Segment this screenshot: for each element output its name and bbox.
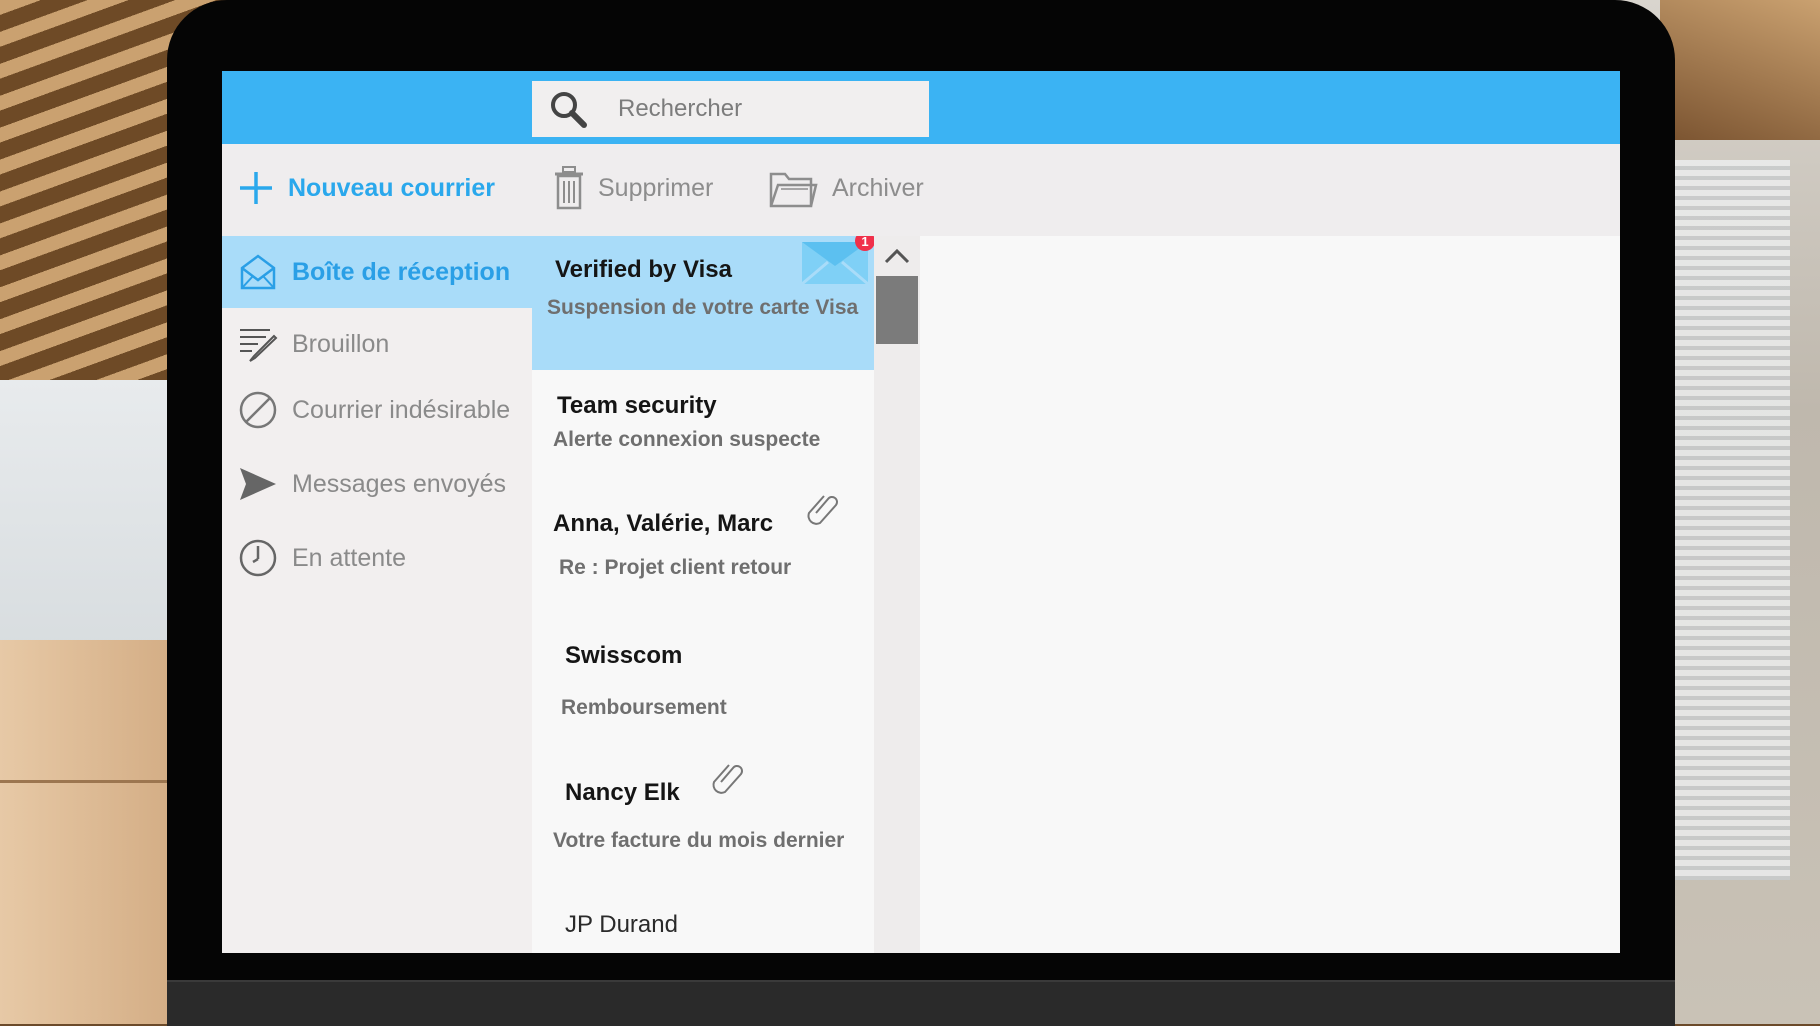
list-item[interactable]: Swisscom Remboursement — [532, 616, 874, 751]
sidebar-item-pending[interactable]: En attente — [222, 522, 532, 594]
folder-sidebar: Boîte de réception Brouillon Courrier in… — [222, 236, 532, 953]
list-item[interactable]: Nancy Elk Votre facture du mois dernier — [532, 751, 874, 891]
inbox-icon — [238, 252, 278, 292]
list-item[interactable]: Anna, Valérie, Marc Re : Projet client r… — [532, 486, 874, 616]
message-sender: Verified by Visa — [555, 256, 732, 283]
email-app: Rechercher Nouveau courrier Supprimer Ar… — [222, 71, 1620, 953]
message-subject: Remboursement — [561, 696, 727, 719]
sidebar-item-sent[interactable]: Messages envoyés — [222, 448, 532, 520]
sidebar-item-spam[interactable]: Courrier indésirable — [222, 374, 532, 446]
archive-label: Archiver — [832, 173, 924, 202]
sidebar-item-drafts[interactable]: Brouillon — [222, 308, 532, 380]
message-sender: Anna, Valérie, Marc — [553, 510, 774, 537]
trash-icon — [555, 166, 583, 210]
laptop-base — [167, 980, 1675, 1026]
message-sender: Nancy Elk — [565, 779, 680, 806]
top-bar: Rechercher — [222, 71, 1620, 144]
new-mail-button[interactable]: Nouveau courrier — [238, 162, 495, 214]
scroll-thumb[interactable] — [876, 276, 918, 344]
unread-badge: 1 — [855, 236, 874, 251]
message-list-scrollbar[interactable] — [874, 236, 920, 953]
sidebar-item-label: Boîte de réception — [292, 257, 511, 286]
attachment-icon — [712, 764, 743, 794]
message-subject: Alerte connexion suspecte — [553, 428, 821, 451]
scroll-up-button[interactable] — [874, 236, 920, 276]
list-item[interactable]: JP Durand — [532, 891, 874, 953]
right-wood-panel — [1660, 0, 1820, 140]
draft-icon — [238, 324, 278, 364]
list-item[interactable]: Verified by Visa Suspension de votre car… — [532, 236, 874, 370]
message-sender: JP Durand — [565, 911, 678, 938]
sidebar-item-label: Messages envoyés — [292, 469, 507, 498]
sidebar-item-label: Courrier indésirable — [292, 395, 511, 424]
message-sender: Team security — [557, 392, 717, 419]
message-subject: Votre facture du mois dernier — [553, 829, 845, 852]
message-list: Verified by Visa Suspension de votre car… — [532, 236, 874, 953]
attachment-icon — [807, 495, 838, 525]
clock-icon — [238, 538, 278, 578]
new-mail-label: Nouveau courrier — [288, 173, 496, 202]
spam-icon — [238, 390, 278, 430]
archive-button[interactable]: Archiver — [768, 162, 924, 214]
chevron-up-icon — [884, 248, 910, 264]
message-subject: Suspension de votre carte Visa — [547, 296, 859, 319]
list-item[interactable]: Team security Alerte connexion suspecte — [532, 370, 874, 486]
message-sender: Swisscom — [565, 642, 683, 669]
search-icon — [551, 92, 587, 128]
search-input[interactable]: Rechercher — [618, 95, 742, 123]
plus-icon — [240, 172, 272, 204]
sidebar-item-inbox[interactable]: Boîte de réception — [222, 236, 532, 308]
toolbar: Nouveau courrier Supprimer Archiver — [222, 144, 1620, 236]
send-icon — [238, 464, 278, 504]
search-box[interactable]: Rechercher — [532, 81, 929, 137]
delete-label: Supprimer — [598, 173, 714, 202]
message-subject: Re : Projet client retour — [559, 556, 792, 579]
sidebar-item-label: En attente — [292, 543, 406, 572]
reading-pane — [920, 236, 1620, 953]
sidebar-item-label: Brouillon — [292, 329, 390, 358]
delete-button[interactable]: Supprimer — [554, 162, 713, 214]
folder-icon — [769, 172, 818, 208]
